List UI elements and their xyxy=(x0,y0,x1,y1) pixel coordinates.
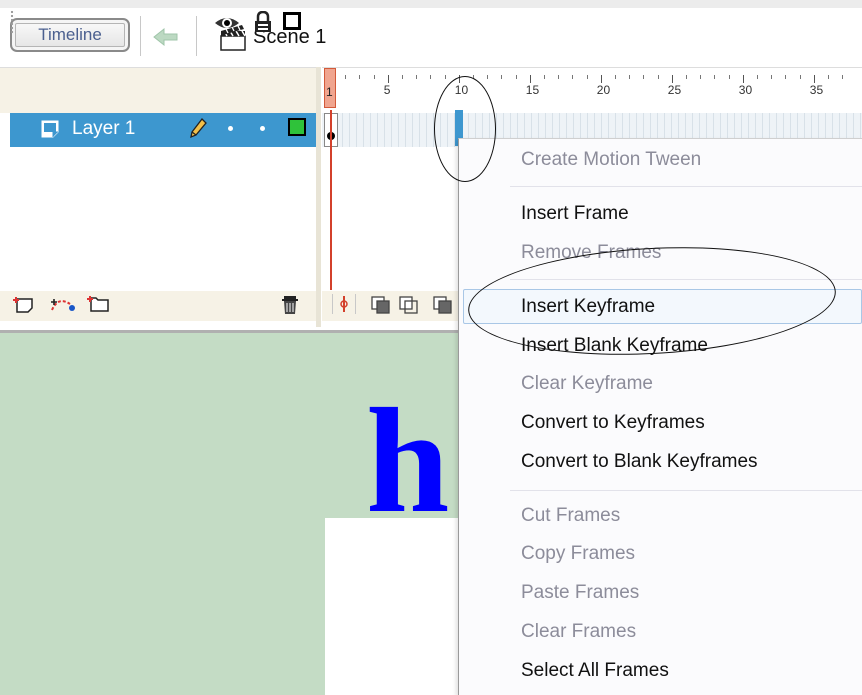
menu-item-create-motion-tween[interactable]: Create Motion Tween xyxy=(521,149,701,171)
outline-icon[interactable] xyxy=(283,12,301,30)
ruler-tick xyxy=(615,75,616,79)
ruler-number: 25 xyxy=(667,83,682,97)
ruler-tick xyxy=(373,75,375,79)
ruler-tick xyxy=(345,75,347,79)
playhead-line xyxy=(330,110,332,290)
new-folder-icon[interactable] xyxy=(86,293,109,313)
ruler-tick xyxy=(487,75,489,79)
ruler-number: 30 xyxy=(738,83,753,97)
layer-name[interactable]: Layer 1 xyxy=(72,118,135,140)
menu-item-cut-frames[interactable]: Cut Frames xyxy=(521,505,620,527)
ruler-tick xyxy=(842,75,844,79)
panel-splitter[interactable] xyxy=(316,67,321,327)
frame-ruler[interactable] xyxy=(322,67,862,113)
ruler-number: 15 xyxy=(525,83,540,97)
menu-item-convert-to-keyframes[interactable]: Convert to Keyframes xyxy=(521,412,705,434)
trash-icon[interactable] xyxy=(280,294,302,314)
ruler-tick xyxy=(771,75,773,79)
eye-icon[interactable] xyxy=(214,13,240,33)
ruler-tick xyxy=(402,75,403,79)
ruler-tick xyxy=(416,75,418,79)
ruler-tick xyxy=(657,75,659,79)
lock-icon[interactable] xyxy=(253,10,273,33)
layer-outline-color[interactable] xyxy=(288,118,306,136)
visibility-dot[interactable] xyxy=(228,126,233,131)
menu-item-remove-frames[interactable]: Remove Frames xyxy=(521,242,661,264)
edit-multiple-frames-icon[interactable] xyxy=(432,295,454,315)
layer-list-empty-area xyxy=(0,147,316,291)
layer-header xyxy=(0,67,316,113)
panel-grip-handle[interactable] xyxy=(10,10,15,34)
ruler-tick xyxy=(686,75,687,79)
ruler-tick xyxy=(828,75,829,79)
menu-item-copy-frames[interactable]: Copy Frames xyxy=(521,543,635,565)
onion-skin-outlines-icon[interactable] xyxy=(398,295,420,315)
onion-skin-icon[interactable] xyxy=(370,295,392,315)
ruler-tick xyxy=(785,75,787,79)
ruler-tick xyxy=(458,75,460,83)
ruler-tick xyxy=(742,75,744,83)
ruler-number: 10 xyxy=(454,83,469,97)
ruler-tick xyxy=(501,75,503,79)
ruler-tick xyxy=(387,75,389,83)
new-layer-icon[interactable] xyxy=(12,294,34,314)
layer-icon xyxy=(40,119,60,139)
ruler-tick xyxy=(600,75,602,83)
ruler-tick xyxy=(757,75,758,79)
menu-item-clear-frames[interactable]: Clear Frames xyxy=(521,621,636,643)
ruler-tick xyxy=(444,75,446,79)
ruler-tick xyxy=(799,75,801,79)
ruler-tick xyxy=(700,75,702,79)
back-arrow-icon[interactable] xyxy=(150,24,182,50)
menu-item-convert-to-blank-keyframes[interactable]: Convert to Blank Keyframes xyxy=(521,451,758,473)
ruler-tick xyxy=(643,75,645,79)
ruler-tick xyxy=(714,75,716,79)
ruler-tick xyxy=(430,75,432,79)
ruler-tick xyxy=(544,75,545,79)
menu-item-select-all-frames[interactable]: Select All Frames xyxy=(521,660,669,682)
menu-item-paste-frames[interactable]: Paste Frames xyxy=(521,582,639,604)
ruler-tick xyxy=(572,75,574,79)
ruler-number: 35 xyxy=(809,83,824,97)
ruler-tick xyxy=(813,75,815,83)
center-frame-icon[interactable] xyxy=(332,294,356,314)
menu-separator xyxy=(510,490,862,491)
ruler-tick xyxy=(359,75,361,79)
ruler-tick xyxy=(558,75,560,79)
menu-item-clear-keyframe[interactable]: Clear Keyframe xyxy=(521,373,653,395)
menu-separator xyxy=(510,279,862,280)
layer-toolbar xyxy=(0,291,316,321)
ruler-tick xyxy=(515,75,517,79)
ruler-number: 5 xyxy=(383,83,391,97)
add-motion-guide-icon[interactable] xyxy=(50,294,75,314)
ruler-tick xyxy=(728,75,730,79)
lock-dot[interactable] xyxy=(260,126,265,131)
menu-separator xyxy=(510,186,862,187)
menu-item-insert-blank-keyframe[interactable]: Insert Blank Keyframe xyxy=(521,335,708,357)
ruler-tick xyxy=(473,75,474,79)
ruler-tick xyxy=(671,75,673,83)
menu-item-insert-keyframe[interactable]: Insert Keyframe xyxy=(521,296,655,318)
pencil-icon xyxy=(188,117,208,139)
current-frame-number: 1 xyxy=(326,85,333,99)
toolbar-divider xyxy=(140,16,141,56)
menu-item-insert-frame[interactable]: Insert Frame xyxy=(521,203,629,225)
stage-text[interactable]: h xyxy=(366,386,449,536)
ruler-number: 20 xyxy=(596,83,611,97)
toolbar-divider xyxy=(196,16,197,56)
ruler-tick xyxy=(529,75,531,83)
timeline-button[interactable]: Timeline xyxy=(10,18,130,52)
ruler-tick xyxy=(586,75,588,79)
ruler-tick xyxy=(629,75,631,79)
